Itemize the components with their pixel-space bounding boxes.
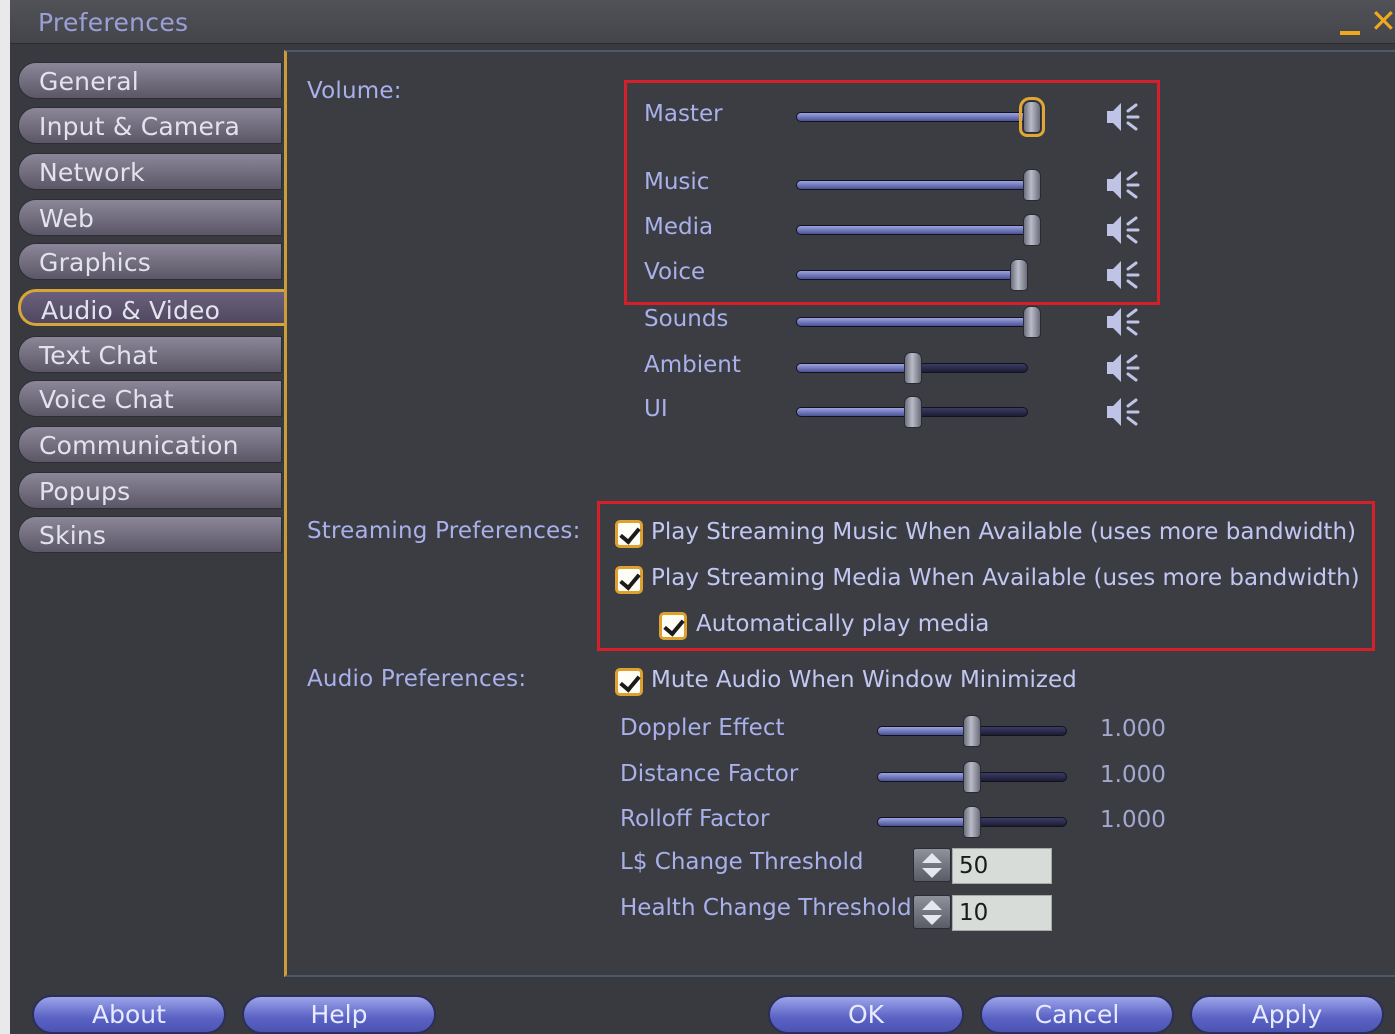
speaker-mute-icon[interactable] [1104,165,1148,205]
ui-volume-label: UI [644,396,668,422]
title-bar[interactable]: Preferences ✕ [10,0,1395,44]
speaker-mute-icon[interactable] [1104,210,1148,250]
ls-threshold-input[interactable] [952,848,1052,884]
health-change-threshold-label: Health Change Threshold [620,895,912,921]
streaming-media-label: Play Streaming Media When Available (use… [651,565,1360,591]
auto-play-media-label: Automatically play media [696,611,990,637]
music-volume-slider[interactable] [796,169,1041,201]
rolloff-factor-label: Rolloff Factor [620,806,770,832]
sidebar-item-web[interactable]: Web [18,199,282,236]
speaker-mute-icon[interactable] [1104,255,1148,295]
minimize-icon[interactable] [1338,8,1362,36]
streaming-section-label: Streaming Preferences: [307,518,581,544]
doppler-effect-slider[interactable] [877,715,1067,747]
media-volume-slider[interactable] [796,214,1041,246]
distance-factor-slider[interactable] [877,761,1067,793]
slider-thumb[interactable] [904,352,922,384]
mute-minimized-label: Mute Audio When Window Minimized [651,667,1077,693]
slider-thumb[interactable] [904,396,922,428]
media-volume-label: Media [644,214,714,240]
window-title: Preferences [38,8,189,37]
sidebar-item-communication[interactable]: Communication [18,426,282,463]
spinner-down-icon[interactable] [922,868,942,878]
audio-section-label: Audio Preferences: [307,666,527,692]
sounds-volume-slider[interactable] [796,306,1041,338]
sidebar-item-general[interactable]: General [18,62,282,99]
rolloff-factor-slider[interactable] [877,806,1067,838]
sidebar-item-text-chat[interactable]: Text Chat [18,336,282,373]
speaker-mute-icon[interactable] [1104,302,1148,342]
audio-video-panel: Volume: Master Music Media Voice Sounds … [284,50,1395,977]
spinner-up-icon[interactable] [922,853,942,863]
ambient-volume-label: Ambient [644,352,741,378]
master-volume-slider[interactable] [796,97,1045,137]
speaker-mute-icon[interactable] [1104,348,1148,388]
auto-play-media-checkbox[interactable] [659,612,687,640]
mute-minimized-checkbox[interactable] [615,668,643,696]
preferences-window: Preferences ✕ General Input & Camera Net… [10,0,1395,1034]
sounds-volume-label: Sounds [644,306,729,332]
slider-thumb[interactable] [963,761,981,793]
slider-thumb[interactable] [1019,97,1045,137]
slider-thumb[interactable] [1010,259,1028,291]
ls-threshold-spinner[interactable] [913,848,951,882]
ui-volume-slider[interactable] [796,396,1028,428]
sidebar-item-popups[interactable]: Popups [18,472,282,509]
health-threshold-spinner[interactable] [913,895,951,929]
doppler-effect-label: Doppler Effect [620,715,785,741]
slider-thumb[interactable] [963,715,981,747]
ambient-volume-slider[interactable] [796,352,1028,384]
voice-volume-label: Voice [644,259,706,285]
ls-change-threshold-label: L$ Change Threshold [620,849,864,875]
sidebar-item-network[interactable]: Network [18,153,282,190]
close-icon[interactable]: ✕ [1370,2,1395,40]
ok-button[interactable]: OK [768,995,964,1034]
cancel-button[interactable]: Cancel [980,995,1174,1034]
spinner-down-icon[interactable] [922,915,942,925]
speaker-mute-icon[interactable] [1104,392,1148,432]
sidebar-item-voice-chat[interactable]: Voice Chat [18,380,282,417]
health-threshold-input[interactable] [952,895,1052,931]
apply-button[interactable]: Apply [1190,995,1384,1034]
help-button[interactable]: Help [242,995,436,1034]
doppler-effect-value: 1.000 [1100,716,1166,742]
sidebar-item-input-camera[interactable]: Input & Camera [18,107,282,144]
rolloff-factor-value: 1.000 [1100,807,1166,833]
voice-volume-slider[interactable] [796,259,1028,291]
slider-thumb[interactable] [1023,306,1041,338]
about-button[interactable]: About [32,995,226,1034]
sidebar-item-graphics[interactable]: Graphics [18,243,282,280]
master-volume-label: Master [644,101,723,127]
music-volume-label: Music [644,169,710,195]
streaming-music-label: Play Streaming Music When Available (use… [651,519,1357,545]
slider-thumb[interactable] [1023,214,1041,246]
speaker-mute-icon[interactable] [1104,97,1148,137]
volume-section-label: Volume: [307,78,402,104]
streaming-music-checkbox[interactable] [615,520,643,548]
slider-thumb[interactable] [963,806,981,838]
spinner-up-icon[interactable] [922,900,942,910]
sidebar-item-skins[interactable]: Skins [18,516,282,553]
distance-factor-label: Distance Factor [620,761,799,787]
distance-factor-value: 1.000 [1100,762,1166,788]
streaming-media-checkbox[interactable] [615,566,643,594]
slider-thumb[interactable] [1023,169,1041,201]
sidebar-item-audio-video[interactable]: Audio & Video [18,289,298,326]
